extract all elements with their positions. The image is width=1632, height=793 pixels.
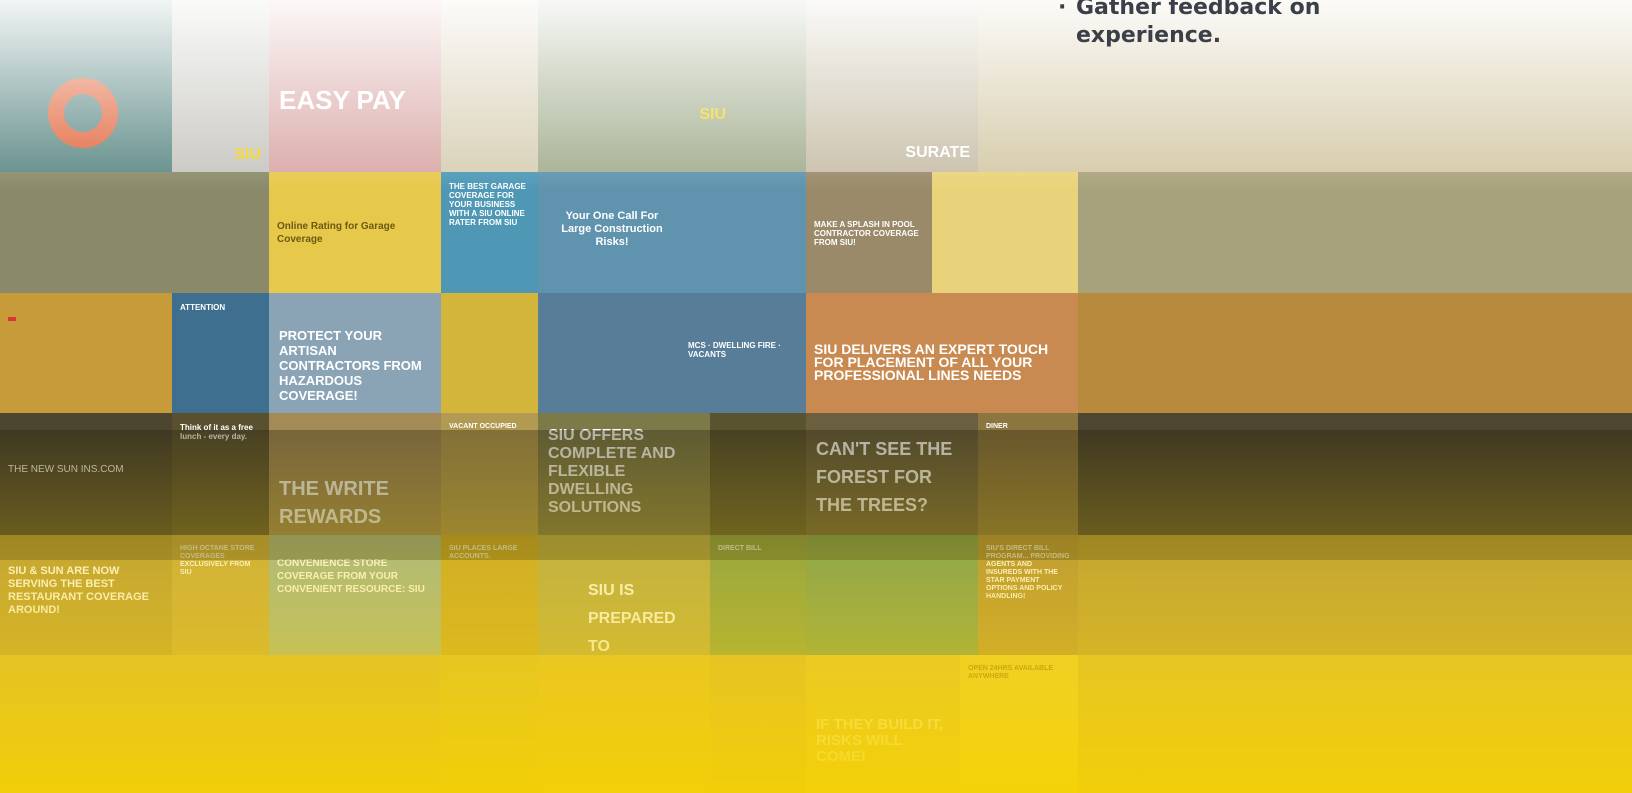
tile-headline: SIU & SUN ARE NOW SERVING THE BEST RESTA… xyxy=(8,565,149,616)
ad-tile xyxy=(1078,413,1632,535)
ad-tile xyxy=(441,293,538,413)
ad-tile xyxy=(441,0,538,172)
ad-tile: OPEN 24HRS AVAILABLE ANYWHERE xyxy=(960,655,1078,793)
ad-tile xyxy=(806,535,978,655)
tile-headline: DINER xyxy=(986,423,1008,430)
ad-tile xyxy=(441,655,538,793)
bullet-text: Gather feedback on experience. xyxy=(1076,0,1321,48)
easy-pay-headline: EASY PAY xyxy=(279,85,406,115)
siu-logo: SIU xyxy=(234,146,261,163)
ad-tile xyxy=(710,413,806,535)
ad-tile xyxy=(0,172,269,293)
ad-tile: THE BEST GARAGE COVERAGE FOR YOUR BUSINE… xyxy=(441,172,538,293)
ad-tile: Think of it as a free lunch - every day. xyxy=(172,413,269,535)
tile-headline: VACANT OCCUPIED xyxy=(449,423,517,430)
tile-headline: SIU OFFERS COMPLETE AND FLEXIBLE DWELLIN… xyxy=(548,427,676,516)
ad-tile xyxy=(1078,172,1632,293)
ad-tile: MAKE A SPLASH IN POOL CONTRACTOR COVERAG… xyxy=(806,172,932,293)
ad-tile xyxy=(0,293,172,413)
ad-tile: THE NEW SUN INS.COM xyxy=(0,413,172,535)
ad-tile: SIU OFFERS COMPLETE AND FLEXIBLE DWELLIN… xyxy=(538,413,710,535)
tile-headline: SIU places large accounts. xyxy=(449,545,518,560)
ad-collage: SIU EASY PAY SIU SURATE Online Rating fo… xyxy=(0,0,1632,793)
tile-headline: THE BEST GARAGE COVERAGE FOR YOUR BUSINE… xyxy=(449,182,526,227)
tile-headline: THE NEW SUN INS.COM xyxy=(8,464,124,475)
ad-tile: PROTECT YOUR ARTISAN CONTRACTORS FROM HA… xyxy=(269,293,441,413)
ad-tile xyxy=(0,655,441,793)
ad-tile: CAN'T SEE THE FOREST FOR THE TREES? xyxy=(806,413,978,535)
ad-tile: SIU xyxy=(172,0,269,172)
ad-tile: MCS · DWELLING FIRE · VACANTS xyxy=(538,293,806,413)
ad-tile xyxy=(932,172,1078,293)
ad-tile xyxy=(1078,293,1632,413)
ad-tile: Online Rating for Garage Coverage xyxy=(269,172,441,293)
tile-headline: The Write Rewards Program is just the ri… xyxy=(279,478,408,535)
ad-tile xyxy=(538,655,710,793)
life-ring-image xyxy=(48,78,118,148)
tile-headline: MAKE A SPLASH IN POOL CONTRACTOR COVERAG… xyxy=(814,220,919,247)
tile-headline: CAN'T SEE THE FOREST FOR THE TREES? xyxy=(816,439,953,515)
ad-tile: HIGH OCTANE STORE COVERAGES EXCLUSIVELY … xyxy=(172,535,269,655)
ad-tile: SURATE xyxy=(806,0,978,172)
ad-tile: SIU & SUN ARE NOW SERVING THE BEST RESTA… xyxy=(0,535,172,655)
ad-tile: SIU IS PREPARED TO EFFECTIVELY PLACE YOU… xyxy=(538,535,710,655)
tile-headline: OPEN 24HRS AVAILABLE ANYWHERE xyxy=(968,665,1054,680)
ad-tile xyxy=(710,655,806,793)
ad-tile: Your One Call For Large Construction Ris… xyxy=(538,172,806,293)
surate-logo: SURATE xyxy=(905,144,970,161)
ad-tile: The Write Rewards Program is just the ri… xyxy=(269,413,441,535)
tile-headline: DIRECT BILL xyxy=(718,545,762,552)
tile-headline: Online Rating for Garage Coverage xyxy=(277,221,396,245)
ad-tile: DINER xyxy=(978,413,1078,535)
tile-headline: SIU IS PREPARED TO EFFECTIVELY PLACE YOU… xyxy=(588,582,676,655)
tile-headline: SIU DELIVERS AN EXPERT TOUCH FOR PLACEME… xyxy=(814,341,1049,383)
attention-badge xyxy=(8,317,16,321)
tile-tagline: PROTECT YOUR ARTISAN CONTRACTORS FROM HA… xyxy=(279,328,422,403)
ad-tile: SIU DELIVERS AN EXPERT TOUCH FOR PLACEME… xyxy=(806,293,1078,413)
bullet-marker: · xyxy=(1058,0,1067,20)
ad-tile: EASY PAY xyxy=(269,0,441,172)
ad-tile: SIU places large accounts. xyxy=(441,535,538,655)
ad-tile xyxy=(1078,655,1632,793)
tile-headline: SIU'S DIRECT BILL PROGRAM... PROVIDING A… xyxy=(986,545,1070,600)
tile-headline: Your One Call For Large Construction Ris… xyxy=(561,210,663,248)
siu-logo: SIU xyxy=(699,106,726,123)
ad-tile xyxy=(0,0,172,172)
ad-tile: SIU'S DIRECT BILL PROGRAM... PROVIDING A… xyxy=(978,535,1078,655)
tile-headline: HIGH OCTANE STORE COVERAGES EXCLUSIVELY … xyxy=(180,545,255,576)
ad-tile: VACANT OCCUPIED xyxy=(441,413,538,535)
ad-tile: SIU xyxy=(538,0,806,172)
ad-tile: ATTENTION xyxy=(172,293,269,413)
ad-tile: DIRECT BILL xyxy=(710,535,806,655)
tile-headline: MCS · DWELLING FIRE · VACANTS xyxy=(688,341,781,359)
tile-headline: Think of it as a free lunch - every day. xyxy=(180,423,253,441)
tile-headline: CONVENIENCE STORE COVERAGE FROM YOUR CON… xyxy=(277,558,425,595)
ad-tile: CONVENIENCE STORE COVERAGE FROM YOUR CON… xyxy=(269,535,441,655)
tile-headline: IF THEY BUILD IT, RISKS WILL COME! xyxy=(816,716,944,765)
ad-tile: IF THEY BUILD IT, RISKS WILL COME! xyxy=(806,655,960,793)
ad-tile xyxy=(1078,535,1632,655)
tile-headline: ATTENTION xyxy=(180,303,226,312)
